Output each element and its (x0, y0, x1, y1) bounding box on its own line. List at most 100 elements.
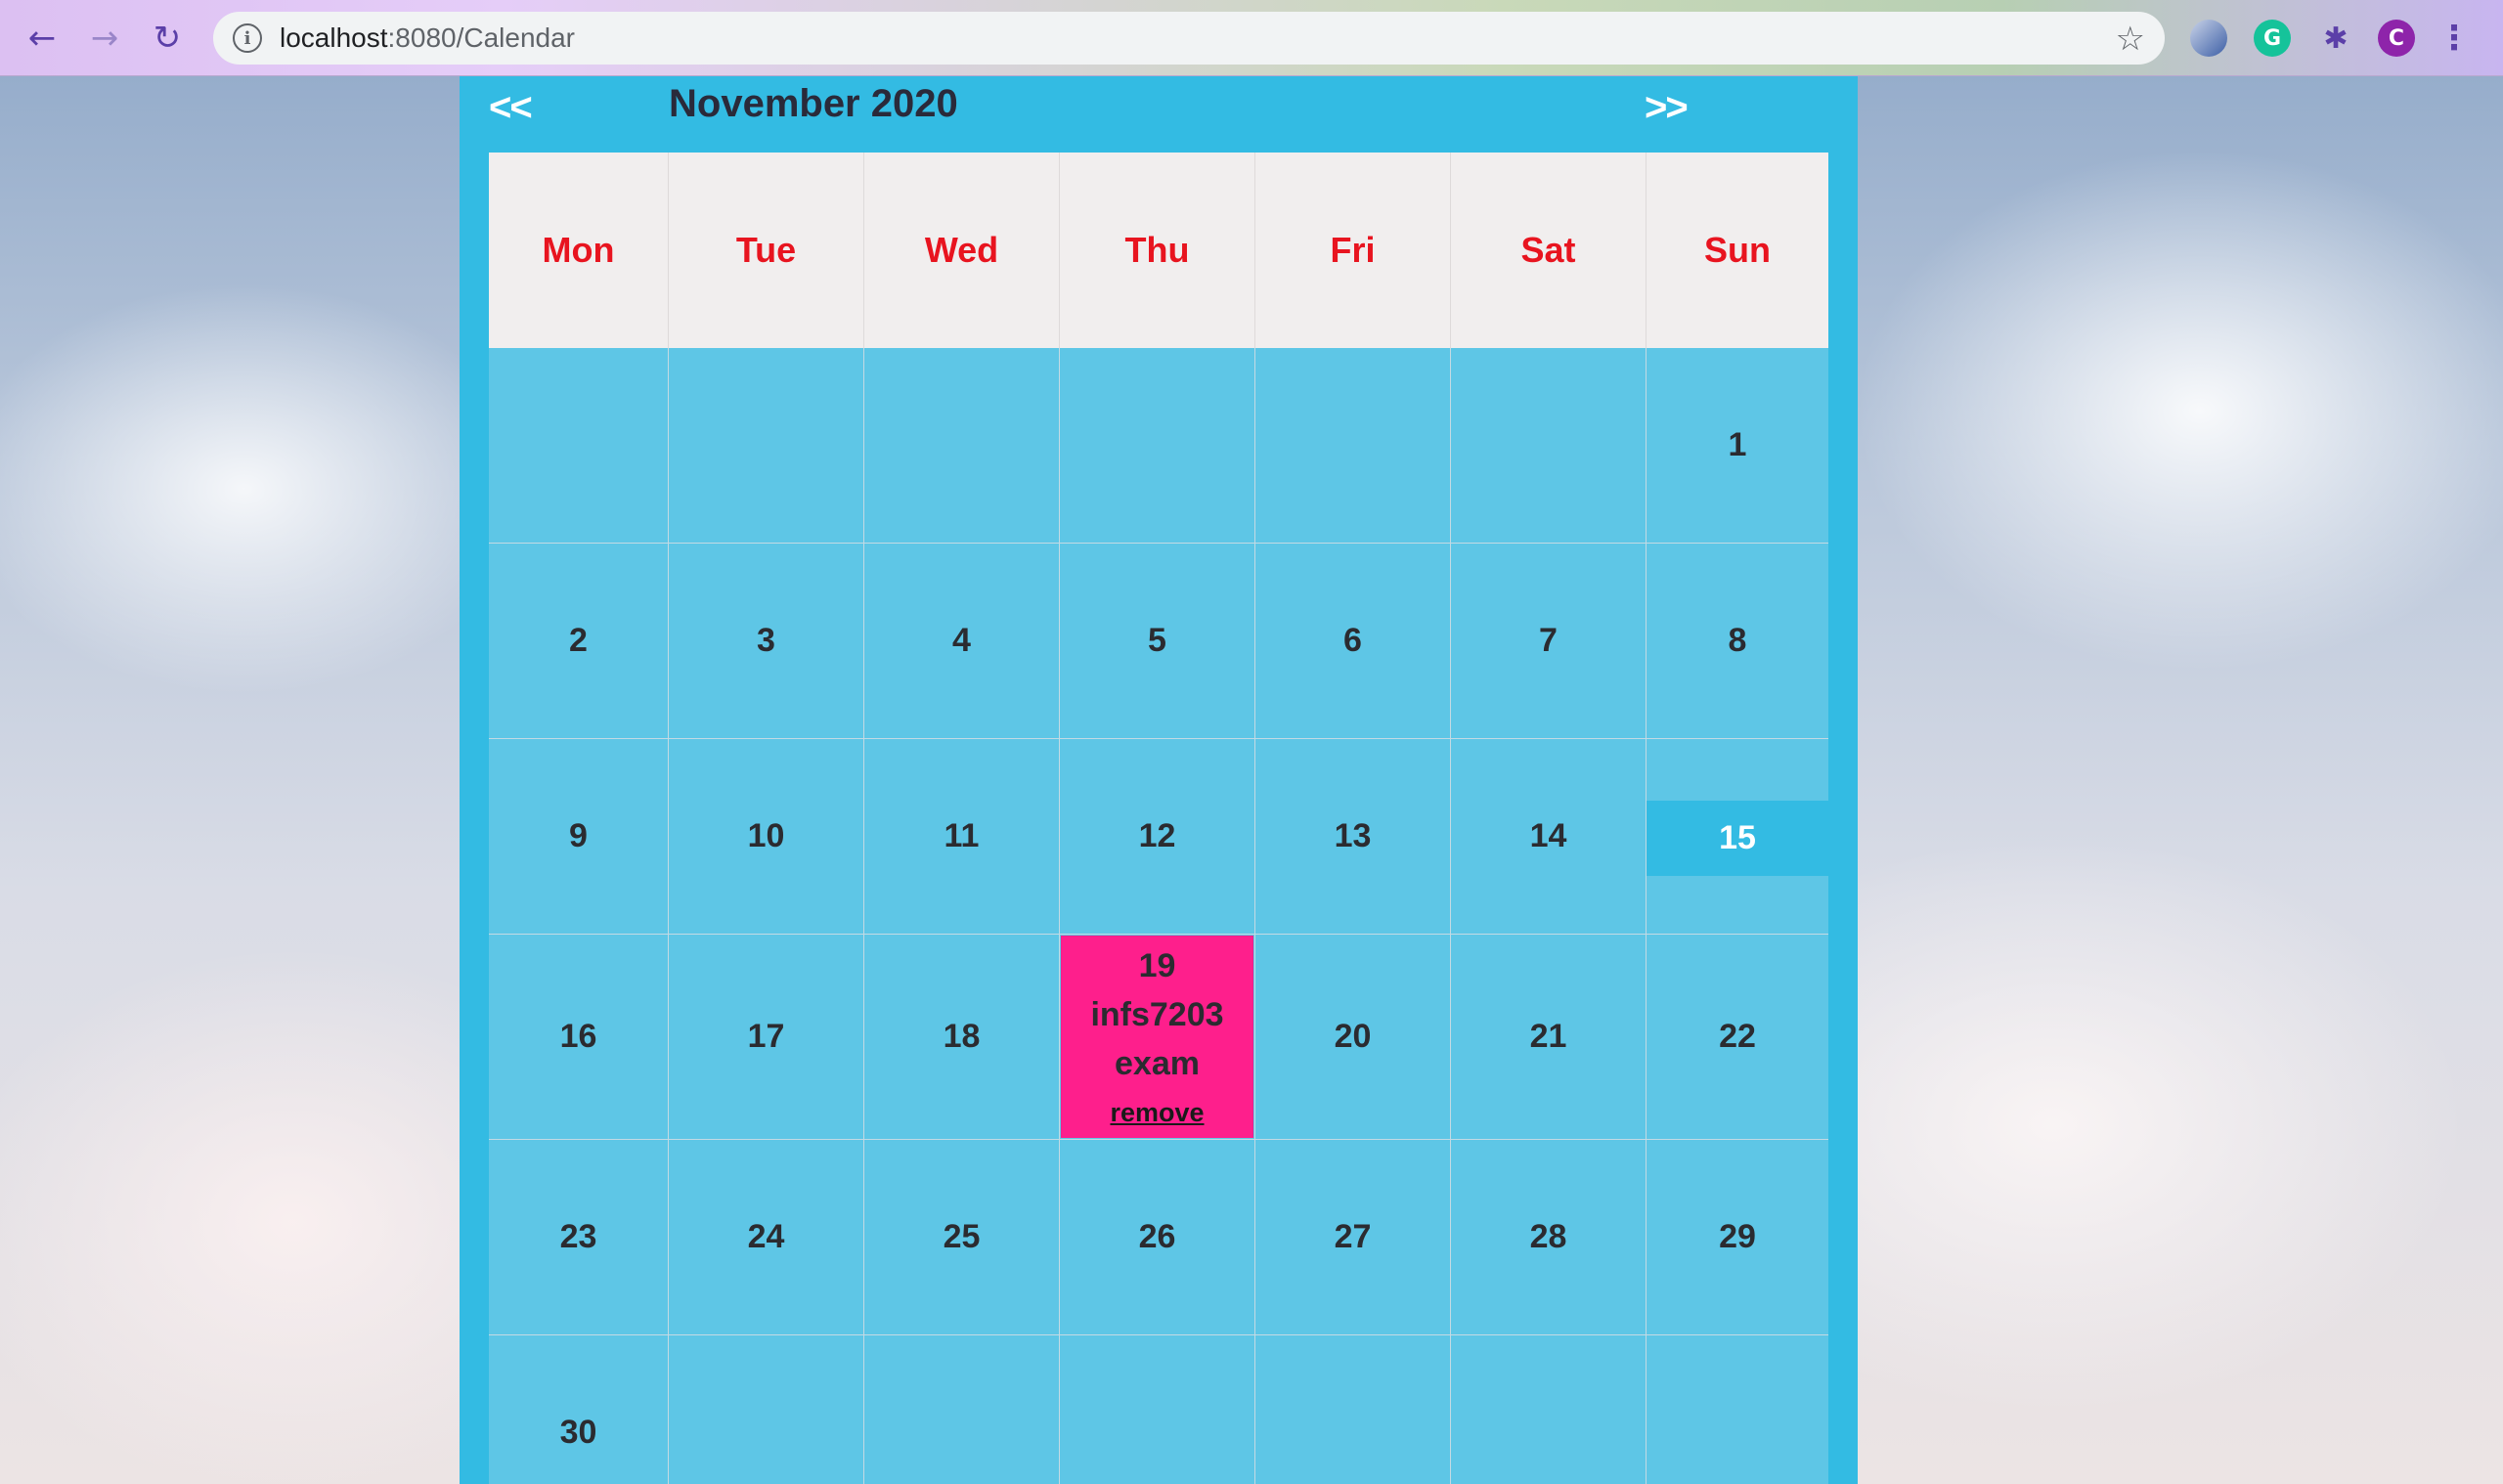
calendar-grid: Mon Tue Wed Thu Fri Sat Sun 1 2 3 4 5 6 7 8 9 10 11 12 13 1… (489, 153, 1828, 1484)
weekday-tue: Tue (669, 153, 864, 348)
remove-event-link[interactable]: remove (1110, 1098, 1204, 1128)
weekday-header-row: Mon Tue Wed Thu Fri Sat Sun (489, 153, 1828, 348)
day-number: 25 (943, 1218, 981, 1255)
empty-day-cell (1647, 1335, 1828, 1484)
week-row: 2 3 4 5 6 7 8 (489, 544, 1828, 739)
puzzle-icon[interactable]: ✱ (2317, 20, 2354, 57)
day-cell-12[interactable]: 12 (1060, 739, 1255, 935)
day-cell-28[interactable]: 28 (1451, 1140, 1647, 1335)
day-number: 21 (1529, 1018, 1567, 1055)
day-cell-27[interactable]: 27 (1255, 1140, 1451, 1335)
day-number: 1 (1728, 426, 1747, 463)
day-number: 4 (952, 622, 971, 659)
next-month-button[interactable]: >> (1645, 86, 1689, 130)
empty-day-cell (1255, 348, 1451, 544)
calendar: << November 2020 >> Mon Tue Wed Thu Fri Sat Su… (460, 76, 1858, 1484)
event-title: infs7203 exam (1090, 996, 1224, 1082)
day-number: 17 (747, 1018, 785, 1055)
browser-toolbar: ← → ↻ i localhost:8080/Calendar ☆ G ✱ C … (0, 0, 2503, 76)
arrow-right-icon[interactable]: → (84, 18, 125, 59)
grammarly-icon[interactable]: G (2254, 20, 2291, 57)
arrow-left-icon[interactable]: ← (22, 18, 63, 59)
day-cell-18[interactable]: 18 (864, 935, 1060, 1140)
day-cell-26[interactable]: 26 (1060, 1140, 1255, 1335)
extension-icon[interactable] (2190, 20, 2227, 57)
empty-day-cell (864, 1335, 1060, 1484)
empty-day-cell (669, 1335, 864, 1484)
url-host: localhost (280, 22, 388, 53)
day-number: 2 (569, 622, 588, 659)
day-cell-24[interactable]: 24 (669, 1140, 864, 1335)
prev-month-button[interactable]: << (489, 86, 533, 130)
day-cell-1[interactable]: 1 (1647, 348, 1828, 544)
empty-day-cell (1451, 348, 1647, 544)
empty-day-cell (1255, 1335, 1451, 1484)
star-icon[interactable]: ☆ (2116, 20, 2145, 59)
day-cell-11[interactable]: 11 (864, 739, 1060, 935)
empty-day-cell (1060, 348, 1255, 544)
empty-day-cell (489, 348, 669, 544)
day-cell-22[interactable]: 22 (1647, 935, 1828, 1140)
address-bar[interactable]: i localhost:8080/Calendar ☆ (213, 12, 2165, 65)
month-title: November 2020 (669, 82, 958, 125)
day-cell-29[interactable]: 29 (1647, 1140, 1828, 1335)
weekday-sun: Sun (1704, 230, 1771, 270)
day-cell-4[interactable]: 4 (864, 544, 1060, 739)
day-cell-6[interactable]: 6 (1255, 544, 1451, 739)
day-number: 5 (1148, 622, 1166, 659)
weekday-thu: Thu (1060, 153, 1255, 348)
day-number: 14 (1529, 817, 1567, 854)
day-number: 3 (757, 622, 775, 659)
week-row: 16 17 18 19 infs7203 exam remove 20 21 22 (489, 935, 1828, 1140)
reload-icon[interactable]: ↻ (147, 18, 188, 59)
calendar-header: << November 2020 >> (460, 76, 1858, 153)
day-cell-8[interactable]: 8 (1647, 544, 1828, 739)
today-highlight[interactable]: 15 (1647, 801, 1828, 876)
day-cell-14[interactable]: 14 (1451, 739, 1647, 935)
avatar[interactable]: C (2378, 20, 2415, 57)
event-card[interactable]: 19 infs7203 exam remove (1061, 936, 1253, 1138)
day-number: 30 (559, 1414, 597, 1451)
info-icon[interactable]: i (233, 23, 262, 53)
empty-day-cell (1060, 1335, 1255, 1484)
weekday-fri: Fri (1255, 153, 1451, 348)
day-number: 18 (943, 1018, 981, 1055)
day-cell-30[interactable]: 30 (489, 1335, 669, 1484)
day-number: 13 (1334, 817, 1372, 854)
day-cell-10[interactable]: 10 (669, 739, 864, 935)
day-cell-7[interactable]: 7 (1451, 544, 1647, 739)
day-number: 9 (569, 817, 588, 854)
weekday-wed: Wed (864, 153, 1060, 348)
url-path: :8080/Calendar (387, 22, 575, 53)
empty-day-cell (864, 348, 1060, 544)
day-number: 11 (944, 817, 980, 854)
week-row: 9 10 11 12 13 14 15 (489, 739, 1828, 935)
day-cell-17[interactable]: 17 (669, 935, 864, 1140)
day-cell-3[interactable]: 3 (669, 544, 864, 739)
day-cell-13[interactable]: 13 (1255, 739, 1451, 935)
empty-day-cell (1451, 1335, 1647, 1484)
day-cell-19[interactable]: 19 infs7203 exam remove (1060, 935, 1255, 1140)
week-row: 23 24 25 26 27 28 29 (489, 1140, 1828, 1335)
kebab-menu-icon[interactable]: ⋮ (2437, 19, 2471, 58)
day-number: 24 (747, 1218, 785, 1255)
day-cell-23[interactable]: 23 (489, 1140, 669, 1335)
day-cell-25[interactable]: 25 (864, 1140, 1060, 1335)
day-cell-20[interactable]: 20 (1255, 935, 1451, 1140)
day-cell-5[interactable]: 5 (1060, 544, 1255, 739)
empty-day-cell (669, 348, 864, 544)
weekday-mon: Mon (489, 153, 669, 348)
day-number: 8 (1728, 622, 1747, 659)
url-text: localhost:8080/Calendar (280, 22, 575, 54)
day-number: 27 (1334, 1218, 1372, 1255)
weekday-sat: Sat (1451, 153, 1647, 348)
week-row: 1 (489, 348, 1828, 544)
day-number: 23 (559, 1218, 597, 1255)
day-number: 6 (1343, 622, 1362, 659)
day-cell-9[interactable]: 9 (489, 739, 669, 935)
day-cell-21[interactable]: 21 (1451, 935, 1647, 1140)
day-cell-15[interactable]: 15 (1647, 739, 1828, 935)
day-number: 16 (559, 1018, 597, 1055)
day-cell-16[interactable]: 16 (489, 935, 669, 1140)
day-cell-2[interactable]: 2 (489, 544, 669, 739)
